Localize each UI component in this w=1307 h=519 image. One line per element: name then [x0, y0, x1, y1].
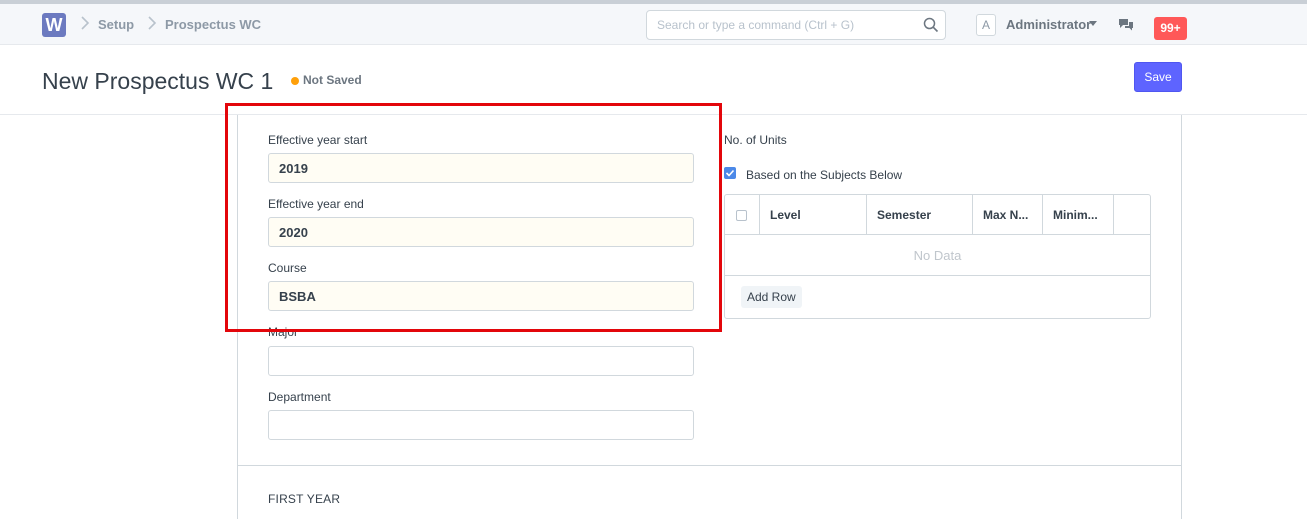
breadcrumb-prospectus-wc[interactable]: Prospectus WC [165, 17, 261, 32]
user-menu[interactable]: Administrator [1006, 17, 1091, 32]
grid-select-all-cell [725, 195, 760, 235]
search-box [646, 10, 946, 40]
grid-column-min[interactable]: Minim... [1043, 195, 1114, 235]
select-all-checkbox[interactable] [736, 210, 747, 221]
based-on-subjects-checkbox[interactable] [724, 167, 736, 179]
department-label: Department [268, 390, 331, 404]
section-divider [237, 465, 1182, 466]
breadcrumb-setup[interactable]: Setup [98, 17, 134, 32]
section-title: FIRST YEAR [268, 492, 341, 506]
chevron-right-icon [147, 16, 157, 30]
caret-down-icon[interactable] [1089, 21, 1097, 26]
grid-empty-message: No Data [725, 235, 1150, 276]
notifications-badge[interactable]: 99+ [1154, 17, 1187, 40]
grid-column-semester[interactable]: Semester [867, 195, 973, 235]
chevron-right-icon [80, 16, 90, 30]
page-title: New Prospectus WC 1 [42, 68, 274, 94]
highlight-annotation [225, 103, 722, 332]
based-on-subjects-label[interactable]: Based on the Subjects Below [746, 168, 902, 182]
status-indicator-icon [291, 77, 299, 85]
navbar: W Setup Prospectus WC A Administrator 99… [0, 0, 1307, 45]
department-input[interactable] [268, 410, 694, 440]
major-input[interactable] [268, 346, 694, 376]
no-of-units-label: No. of Units [724, 133, 787, 147]
chat-icon[interactable] [1118, 18, 1134, 32]
grid-column-max[interactable]: Max N... [973, 195, 1043, 235]
subjects-grid: Level Semester Max N... Minim... No Data… [724, 194, 1151, 319]
grid-header: Level Semester Max N... Minim... [725, 195, 1150, 235]
avatar[interactable]: A [976, 14, 996, 36]
status-badge: Not Saved [303, 73, 362, 87]
grid-column-level[interactable]: Level [760, 195, 867, 235]
search-icon[interactable] [923, 17, 939, 33]
save-button[interactable]: Save [1134, 62, 1182, 92]
app-logo[interactable]: W [42, 13, 66, 37]
search-input[interactable] [647, 11, 917, 39]
add-row-button[interactable]: Add Row [741, 286, 802, 308]
